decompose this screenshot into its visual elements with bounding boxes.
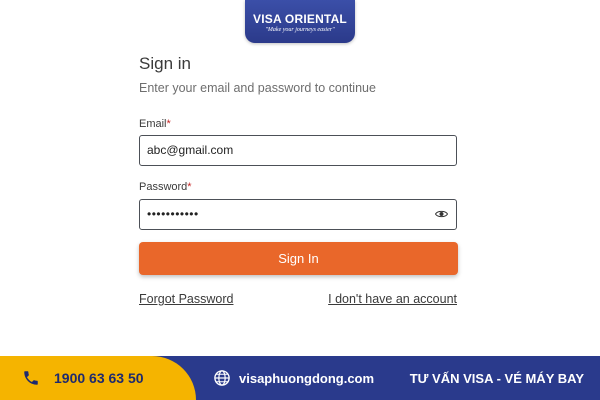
footer-phone-number: 1900 63 63 50	[54, 370, 144, 386]
password-label-text: Password	[139, 181, 188, 193]
password-label: Password*	[139, 181, 192, 193]
logo-text: VISA ORIENTAL	[253, 12, 347, 26]
footer-phone-area: 1900 63 63 50	[0, 356, 196, 400]
brand-logo: VISA ORIENTAL "Make your journeys easier…	[245, 0, 355, 43]
email-field[interactable]	[147, 136, 427, 164]
page-title: Sign in	[139, 54, 191, 73]
email-label-text: Email	[139, 118, 167, 130]
email-field-box	[139, 135, 457, 166]
sign-in-page: VISA ORIENTAL "Make your journeys easier…	[0, 0, 600, 400]
required-mark: *	[166, 118, 171, 130]
password-field[interactable]	[147, 200, 427, 228]
footer-slogan: TƯ VẤN VISA - VÉ MÁY BAY	[409, 371, 584, 386]
eye-icon[interactable]	[435, 209, 448, 219]
globe-icon	[214, 370, 230, 386]
phone-icon	[24, 371, 38, 385]
no-account-link[interactable]: I don't have an account	[328, 292, 457, 306]
logo-tagline: "Make your journeys easier"	[265, 27, 335, 33]
email-label: Email*	[139, 118, 171, 130]
sign-in-button[interactable]: Sign In	[139, 242, 458, 275]
required-mark: *	[187, 181, 192, 193]
footer-banner: 1900 63 63 50 visaphuongdong.com TƯ VẤN …	[0, 356, 600, 400]
forgot-password-link[interactable]: Forgot Password	[139, 292, 233, 306]
footer-website: visaphuongdong.com	[239, 371, 375, 386]
page-subtitle: Enter your email and password to continu…	[139, 81, 376, 95]
logo-tagline-text: Make your journeys easier	[267, 27, 333, 33]
password-field-box	[139, 199, 457, 230]
